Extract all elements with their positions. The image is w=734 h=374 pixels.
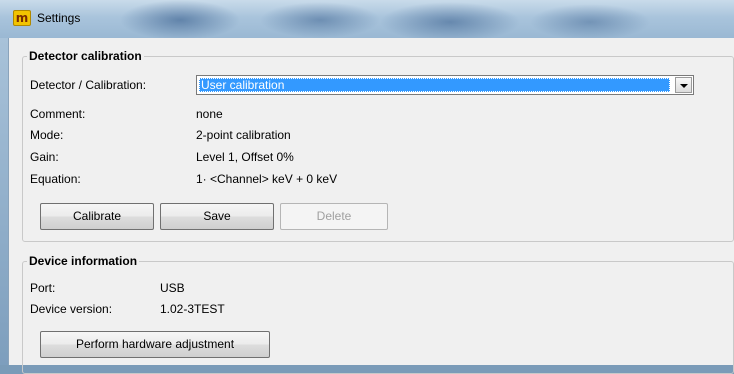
- window-title: Settings: [37, 11, 81, 25]
- equation-label: Equation:: [30, 172, 81, 186]
- chevron-down-icon[interactable]: [675, 77, 692, 93]
- mode-value: 2-point calibration: [196, 128, 291, 142]
- window-frame-left: [0, 38, 8, 365]
- device-information-legend: Device information: [29, 254, 138, 268]
- title-bar[interactable]: m Settings: [0, 0, 734, 38]
- settings-window: m Settings Detector calibration Detector…: [0, 0, 734, 374]
- gain-label: Gain:: [30, 150, 59, 164]
- mode-label: Mode:: [30, 128, 64, 142]
- hardware-adjustment-button[interactable]: Perform hardware adjustment: [40, 331, 270, 358]
- detector-calibration-legend: Detector calibration: [29, 49, 142, 63]
- app-icon: m: [13, 10, 31, 26]
- detector-calibration-label: Detector / Calibration:: [30, 78, 147, 92]
- save-button[interactable]: Save: [160, 203, 274, 230]
- comment-label: Comment:: [30, 107, 86, 121]
- comment-value: none: [196, 107, 223, 121]
- gain-value: Level 1, Offset 0%: [196, 150, 294, 164]
- equation-value: 1· <Channel> keV + 0 keV: [196, 172, 338, 186]
- device-version-value: 1.02-3TEST: [160, 302, 225, 316]
- calibration-select-value: User calibration: [199, 78, 670, 92]
- calibrate-button[interactable]: Calibrate: [40, 203, 154, 230]
- calibration-select[interactable]: User calibration: [196, 75, 694, 95]
- port-value: USB: [160, 281, 185, 295]
- port-label: Port:: [30, 281, 56, 295]
- delete-button[interactable]: Delete: [280, 203, 388, 230]
- device-version-label: Device version:: [30, 302, 113, 316]
